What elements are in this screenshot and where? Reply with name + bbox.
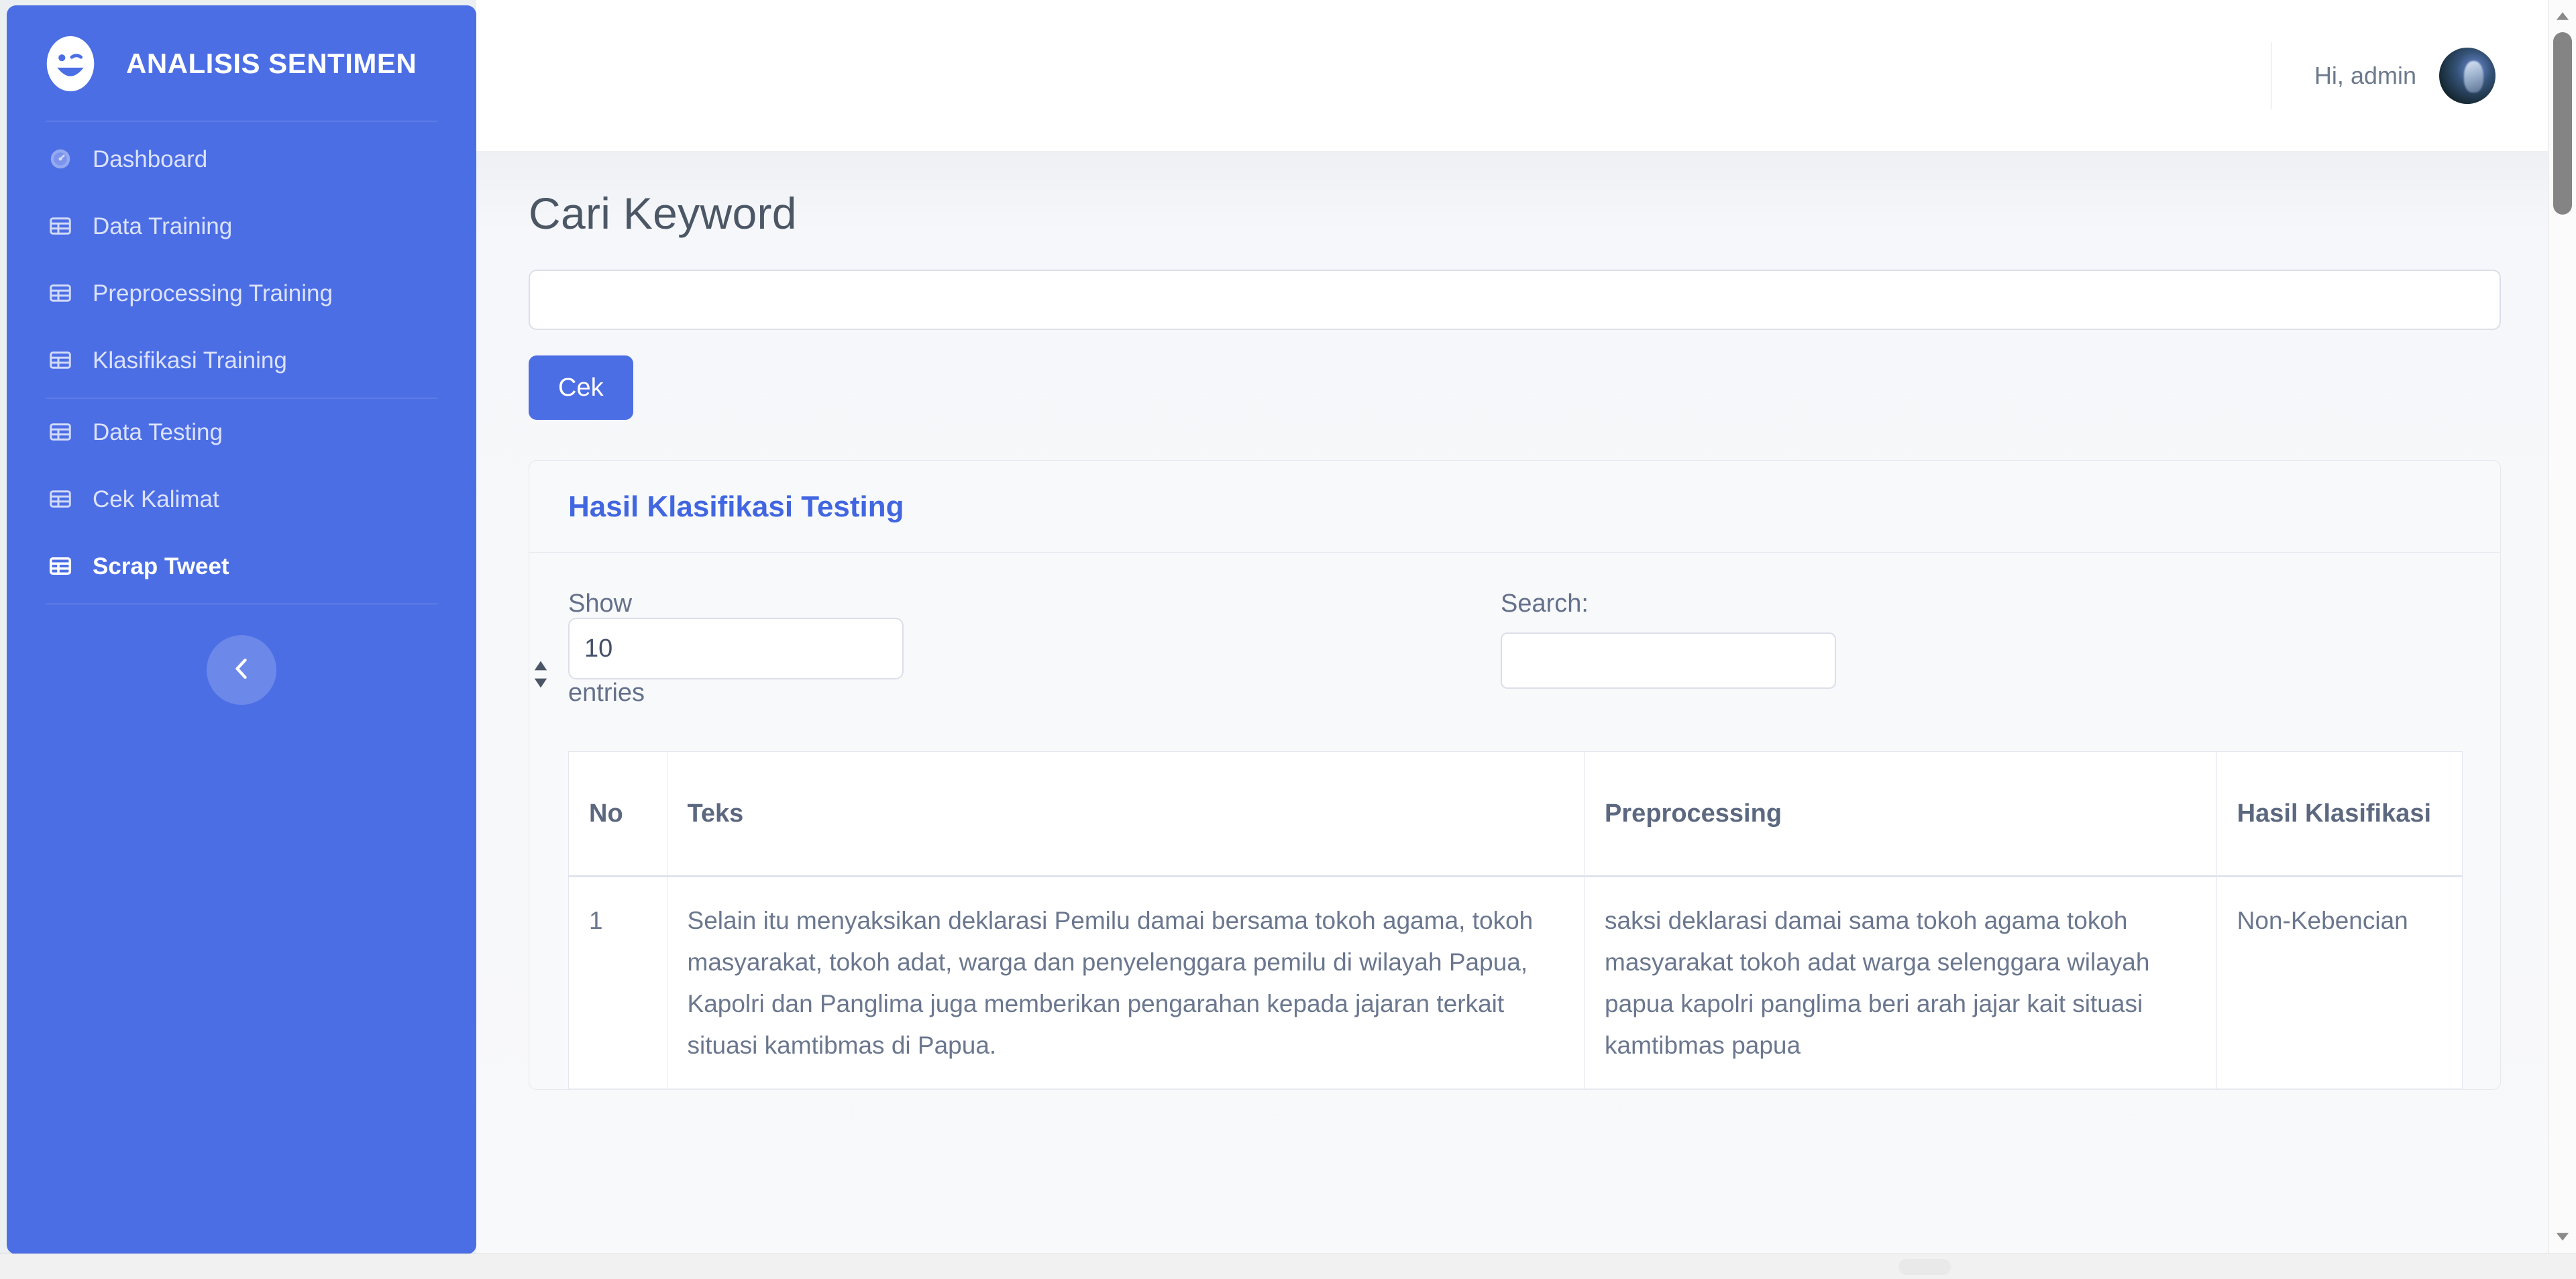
card-body: Show 10 25 50 100: [529, 553, 2500, 1089]
sidebar-item-scrap-tweet[interactable]: Scrap Tweet: [7, 533, 476, 600]
sidebar-item-label: Dashboard: [93, 146, 208, 172]
topbar-user-area: Hi, admin: [2270, 42, 2576, 109]
table-head: No Teks Preprocessing Hasil Klasifikasi: [568, 751, 2463, 877]
cell-hasil-klasifikasi: Non-Kebencian: [2216, 876, 2463, 1089]
hasil-klasifikasi-card: Hasil Klasifikasi Testing Show 10 25 50 …: [529, 460, 2501, 1090]
sidebar-item-preprocessing-training[interactable]: Preprocessing Training: [7, 260, 476, 327]
table-header-row: No Teks Preprocessing Hasil Klasifikasi: [568, 751, 2463, 877]
table-grid-icon: [48, 487, 72, 511]
column-header-hasil-klasifikasi[interactable]: Hasil Klasifikasi: [2216, 751, 2463, 877]
topbar: Hi, admin: [476, 0, 2576, 151]
cell-no: 1: [568, 876, 667, 1089]
stepper-arrows-icon: [532, 659, 549, 693]
table-grid-icon: [48, 281, 72, 305]
table-grid-icon: [48, 348, 72, 372]
brand[interactable]: ANALISIS SENTIMEN: [7, 5, 476, 117]
app-root: ANALISIS SENTIMEN Dashboard Data Trainin…: [0, 0, 2576, 1279]
column-header-no[interactable]: No: [568, 751, 667, 877]
speedometer-icon: [48, 147, 72, 171]
keyword-input[interactable]: [529, 270, 2501, 330]
entries-label: entries: [568, 679, 645, 708]
vertical-scrollbar[interactable]: [2548, 0, 2576, 1254]
sidebar-item-dashboard[interactable]: Dashboard: [7, 125, 476, 192]
triangle-down-icon[interactable]: [2548, 1223, 2576, 1250]
table-row: 1 Selain itu menyaksikan deklarasi Pemil…: [568, 876, 2463, 1089]
card-title: Hasil Klasifikasi Testing: [568, 490, 904, 523]
sidebar-item-data-training[interactable]: Data Training: [7, 192, 476, 260]
sidebar-item-label: Klasifikasi Training: [93, 347, 287, 374]
sidebar: ANALISIS SENTIMEN Dashboard Data Trainin…: [7, 5, 476, 1254]
sidebar-item-label: Scrap Tweet: [93, 553, 229, 579]
sidebar-item-label: Data Training: [93, 213, 233, 239]
sidebar-nav-primary: Dashboard Data Training Preprocessing Tr…: [7, 121, 476, 705]
cell-preprocessing: saksi deklarasi damai sama tokoh agama t…: [1584, 876, 2217, 1089]
card-header: Hasil Klasifikasi Testing: [529, 461, 2500, 553]
datatable-controls: Show 10 25 50 100: [534, 590, 2461, 751]
page-title: Cari Keyword: [529, 188, 797, 238]
sidebar-item-label: Preprocessing Training: [93, 280, 333, 307]
cek-button[interactable]: Cek: [529, 355, 633, 420]
horizontal-scrollbar-thumb[interactable]: [1898, 1259, 1951, 1275]
hasil-klasifikasi-table: No Teks Preprocessing Hasil Klasifikasi …: [568, 751, 2463, 1089]
table-grid-icon: [48, 554, 72, 578]
brand-title: ANALISIS SENTIMEN: [126, 48, 417, 80]
search-input[interactable]: [1501, 632, 1836, 689]
sidebar-item-klasifikasi-training[interactable]: Klasifikasi Training: [7, 327, 476, 394]
sidebar-collapse-wrap: [7, 604, 476, 705]
datatable-search-control: Search:: [1501, 590, 1836, 689]
main-content: Cari Keyword Cek Hasil Klasifikasi Testi…: [476, 151, 2576, 1279]
column-header-preprocessing[interactable]: Preprocessing: [1584, 751, 2217, 877]
vertical-scrollbar-thumb[interactable]: [2553, 32, 2572, 215]
table-grid-icon: [48, 420, 72, 444]
winking-smiley-icon: [38, 31, 103, 97]
sidebar-item-label: Data Testing: [93, 419, 223, 445]
table-grid-icon: [48, 214, 72, 238]
sidebar-item-data-testing[interactable]: Data Testing: [7, 398, 476, 465]
search-label: Search:: [1501, 590, 1589, 618]
sidebar-collapse-button[interactable]: [207, 635, 276, 705]
chevron-left-icon: [227, 654, 256, 687]
sidebar-item-label: Cek Kalimat: [93, 486, 219, 512]
horizontal-scrollbar[interactable]: [0, 1254, 2576, 1279]
page-length-select-wrap: 10 25 50 100: [534, 618, 904, 687]
table-body: 1 Selain itu menyaksikan deklarasi Pemil…: [568, 876, 2463, 1089]
page-length-control: Show 10 25 50 100: [534, 590, 904, 708]
show-label: Show: [568, 590, 633, 618]
cell-teks: Selain itu menyaksikan deklarasi Pemilu …: [666, 876, 1585, 1089]
sidebar-item-cek-kalimat[interactable]: Cek Kalimat: [7, 465, 476, 533]
avatar[interactable]: [2439, 47, 2496, 104]
column-header-teks[interactable]: Teks: [666, 751, 1585, 877]
page-length-select[interactable]: 10 25 50 100: [568, 618, 904, 680]
greeting-text: Hi, admin: [2314, 61, 2416, 89]
triangle-up-icon[interactable]: [2548, 3, 2576, 30]
